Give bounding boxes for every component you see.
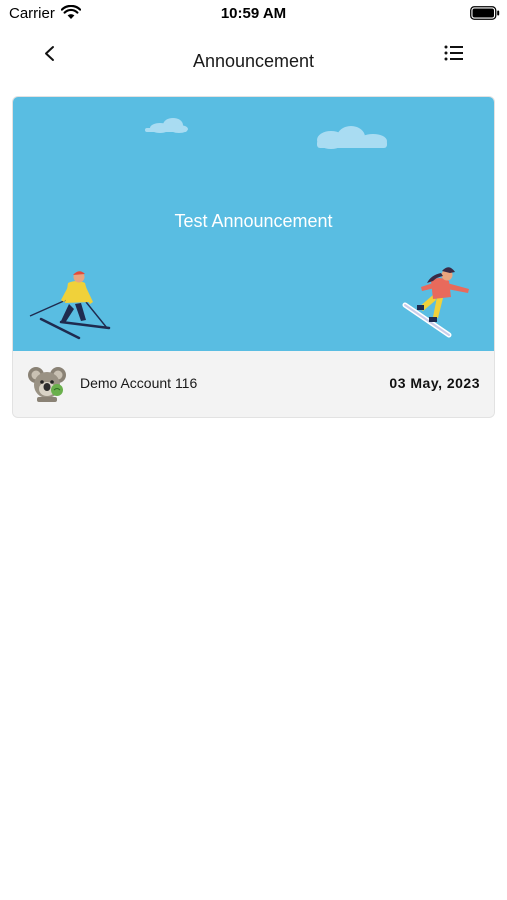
list-icon bbox=[444, 45, 463, 61]
announcement-footer: Demo Account 116 03 May, 2023 bbox=[13, 351, 494, 417]
skier-figure bbox=[29, 271, 111, 340]
announcement-banner: Test Announcement bbox=[13, 97, 494, 351]
announcement-date: 03 May, 2023 bbox=[389, 375, 480, 391]
nav-bar: Announcement bbox=[0, 36, 507, 84]
koala-avatar-icon bbox=[28, 367, 66, 402]
cloud-large bbox=[317, 126, 387, 149]
menu-button[interactable] bbox=[440, 42, 468, 66]
status-time: 10:59 AM bbox=[220, 5, 287, 22]
announcement-card[interactable]: Test Announcement Demo Account 116 03 Ma… bbox=[13, 97, 494, 417]
cloud-small bbox=[145, 118, 188, 133]
status-bar: Carrier 10:59 AM bbox=[0, 0, 507, 30]
snowboarder-figure bbox=[402, 267, 469, 338]
author-name: Demo Account 116 bbox=[80, 375, 198, 391]
page-title: Announcement bbox=[192, 51, 315, 71]
battery-icon bbox=[470, 6, 500, 20]
announcement-title: Test Announcement bbox=[174, 211, 333, 231]
